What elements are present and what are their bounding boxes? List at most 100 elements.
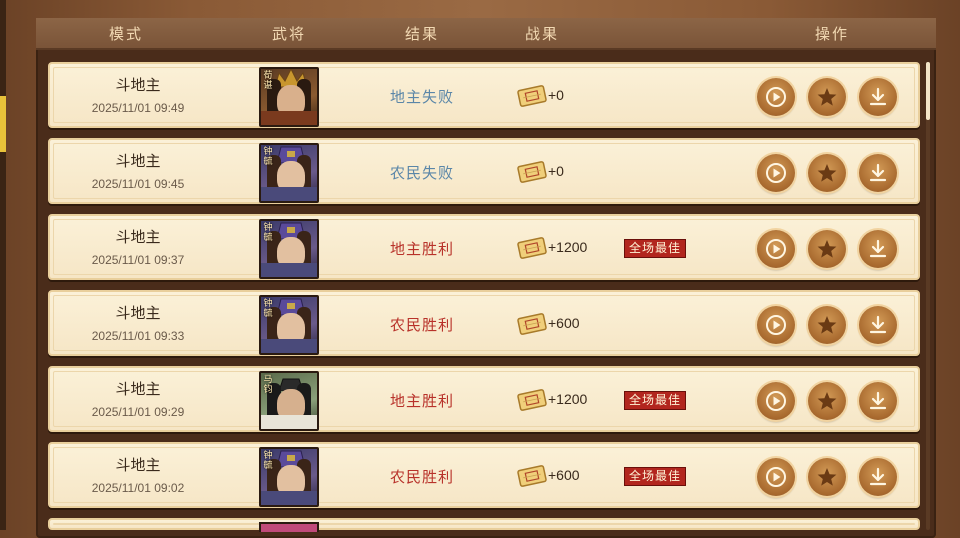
- play-icon: [766, 467, 786, 487]
- replay-button[interactable]: [757, 458, 795, 496]
- general-name-tag: 钟毓: [263, 147, 273, 167]
- download-icon: [869, 87, 887, 106]
- star-icon: [817, 392, 837, 410]
- general-name-tag: 钟毓: [263, 299, 273, 319]
- reward-score: +1200: [548, 239, 588, 255]
- portrait-robe: [261, 111, 317, 125]
- favorite-button[interactable]: [808, 306, 846, 344]
- portrait-robe: [261, 187, 317, 201]
- general-portrait-partial: [259, 522, 319, 532]
- record-time: 2025/11/01 09:02: [91, 481, 185, 495]
- record-mode: 斗地主: [115, 76, 161, 94]
- replay-button[interactable]: [757, 382, 795, 420]
- record-row[interactable]: 斗地主 2025/11/01 09:49 荀谌 地主失败 +0: [48, 62, 920, 128]
- play-icon: [766, 163, 786, 183]
- header-action: 操作: [814, 25, 850, 43]
- download-button[interactable]: [859, 78, 897, 116]
- download-icon: [869, 163, 887, 182]
- record-time: 2025/11/01 09:37: [91, 253, 185, 267]
- record-row[interactable]: 斗地主 2025/11/01 09:02 钟毓 农民胜利 +600 全场最佳: [48, 442, 920, 508]
- result-text: 农民胜利: [389, 316, 455, 334]
- replay-button[interactable]: [757, 154, 795, 192]
- ticket-icon: [517, 85, 547, 107]
- download-button[interactable]: [859, 306, 897, 344]
- download-button[interactable]: [859, 458, 897, 496]
- record-row[interactable]: 斗地主 2025/11/01 09:37 钟毓 地主胜利 +1200 全场最佳: [48, 214, 920, 280]
- portrait-robe: [261, 415, 317, 429]
- header-general: 武将: [271, 25, 307, 43]
- mvp-badge: 全场最佳: [624, 467, 687, 486]
- ticket-icon: [517, 237, 547, 259]
- general-portrait: 马钧: [259, 371, 319, 431]
- record-time: 2025/11/01 09:45: [91, 177, 185, 191]
- general-name-tag: 马钧: [263, 375, 273, 395]
- general-name-tag: 钟毓: [263, 451, 273, 471]
- replay-button[interactable]: [757, 78, 795, 116]
- header-result: 结果: [404, 25, 440, 43]
- play-icon: [766, 239, 786, 259]
- star-icon: [817, 88, 837, 106]
- portrait-robe: [261, 263, 317, 277]
- download-icon: [869, 391, 887, 410]
- result-text: 地主失败: [389, 88, 455, 106]
- reward-score: +0: [548, 163, 564, 179]
- record-row-partial[interactable]: [48, 518, 920, 532]
- side-tab[interactable]: [0, 96, 6, 152]
- general-portrait: 荀谌: [259, 67, 319, 127]
- record-row[interactable]: 斗地主 2025/11/01 09:29 马钧 地主胜利 +1200 全场最佳: [48, 366, 920, 432]
- download-icon: [869, 239, 887, 258]
- record-mode: 斗地主: [115, 304, 161, 322]
- reward-score: +600: [548, 315, 580, 331]
- star-icon: [817, 316, 837, 334]
- mvp-badge: 全场最佳: [624, 239, 687, 258]
- favorite-button[interactable]: [808, 78, 846, 116]
- portrait-robe: [261, 339, 317, 353]
- general-portrait: 钟毓: [259, 447, 319, 507]
- star-icon: [817, 240, 837, 258]
- left-edge: [0, 0, 6, 530]
- ticket-icon: [517, 161, 547, 183]
- favorite-button[interactable]: [808, 154, 846, 192]
- general-name-tag: 荀谌: [263, 71, 273, 91]
- record-row[interactable]: 斗地主 2025/11/01 09:45 钟毓 农民失败 +0: [48, 138, 920, 204]
- star-icon: [817, 468, 837, 486]
- scrollbar-thumb[interactable]: [926, 62, 930, 120]
- reward-score: +0: [548, 87, 564, 103]
- header-mode: 模式: [108, 25, 144, 43]
- download-icon: [869, 315, 887, 334]
- reward-score: +600: [548, 467, 580, 483]
- record-row[interactable]: 斗地主 2025/11/01 09:33 钟毓 农民胜利 +600: [48, 290, 920, 356]
- table-header: 模式 武将 结果 战果 操作: [36, 18, 936, 50]
- record-time: 2025/11/01 09:49: [91, 101, 185, 115]
- play-icon: [766, 391, 786, 411]
- play-icon: [766, 87, 786, 107]
- ticket-icon: [517, 465, 547, 487]
- record-time: 2025/11/01 09:33: [91, 329, 185, 343]
- star-icon: [817, 164, 837, 182]
- record-mode: 斗地主: [115, 152, 161, 170]
- replay-button[interactable]: [757, 306, 795, 344]
- favorite-button[interactable]: [808, 458, 846, 496]
- portrait-robe: [261, 491, 317, 505]
- reward-score: +1200: [548, 391, 588, 407]
- mvp-badge: 全场最佳: [624, 391, 687, 410]
- record-mode: 斗地主: [115, 228, 161, 246]
- download-button[interactable]: [859, 382, 897, 420]
- download-button[interactable]: [859, 230, 897, 268]
- download-icon: [869, 467, 887, 486]
- play-icon: [766, 315, 786, 335]
- download-button[interactable]: [859, 154, 897, 192]
- result-text: 农民胜利: [389, 468, 455, 486]
- ticket-icon: [517, 389, 547, 411]
- favorite-button[interactable]: [808, 230, 846, 268]
- favorite-button[interactable]: [808, 382, 846, 420]
- header-reward: 战果: [524, 25, 560, 43]
- replay-button[interactable]: [757, 230, 795, 268]
- record-time: 2025/11/01 09:29: [91, 405, 185, 419]
- ticket-icon: [517, 313, 547, 335]
- general-portrait: 钟毓: [259, 295, 319, 355]
- scrollbar-track[interactable]: [926, 62, 930, 530]
- result-text: 农民失败: [389, 164, 455, 182]
- general-name-tag: 钟毓: [263, 223, 273, 243]
- record-mode: 斗地主: [115, 456, 161, 474]
